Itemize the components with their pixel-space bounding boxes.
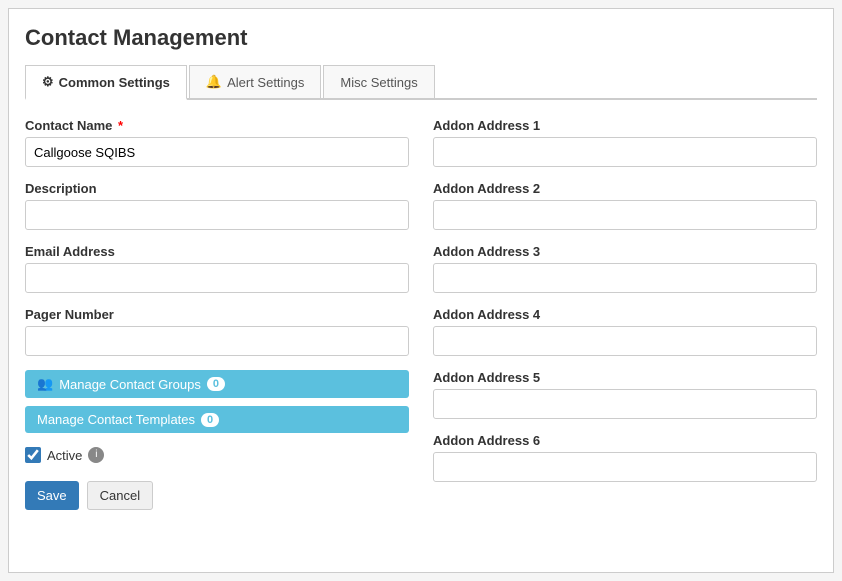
addon1-group: Addon Address 1: [433, 118, 817, 167]
info-icon[interactable]: i: [88, 447, 104, 463]
contact-name-group: Contact Name *: [25, 118, 409, 167]
addon6-group: Addon Address 6: [433, 433, 817, 482]
addon6-input[interactable]: [433, 452, 817, 482]
pager-number-label: Pager Number: [25, 307, 409, 322]
manage-contact-groups-badge: 0: [207, 377, 225, 391]
addon3-group: Addon Address 3: [433, 244, 817, 293]
form-grid: Contact Name * Description Email Address…: [25, 118, 817, 510]
pager-number-group: Pager Number: [25, 307, 409, 356]
addon1-input[interactable]: [433, 137, 817, 167]
save-row: Save Cancel: [25, 481, 409, 510]
email-address-input[interactable]: [25, 263, 409, 293]
manage-contact-templates-button[interactable]: Manage Contact Templates 0: [25, 406, 409, 433]
active-row: Active i: [25, 447, 409, 463]
manage-contact-groups-button[interactable]: 👥 Manage Contact Groups 0: [25, 370, 409, 398]
tab-common-settings[interactable]: ⚙ Common Settings: [25, 65, 187, 100]
cancel-button[interactable]: Cancel: [87, 481, 153, 510]
addon3-label: Addon Address 3: [433, 244, 817, 259]
addon4-group: Addon Address 4: [433, 307, 817, 356]
save-button[interactable]: Save: [25, 481, 79, 510]
tab-misc-settings[interactable]: Misc Settings: [323, 65, 434, 98]
bell-icon: 🔔: [206, 74, 222, 90]
description-label: Description: [25, 181, 409, 196]
addon2-input[interactable]: [433, 200, 817, 230]
addon2-group: Addon Address 2: [433, 181, 817, 230]
action-buttons: 👥 Manage Contact Groups 0 Manage Contact…: [25, 370, 409, 433]
addon5-group: Addon Address 5: [433, 370, 817, 419]
addon4-input[interactable]: [433, 326, 817, 356]
email-address-label: Email Address: [25, 244, 409, 259]
addon5-input[interactable]: [433, 389, 817, 419]
addon1-label: Addon Address 1: [433, 118, 817, 133]
tabs-bar: ⚙ Common Settings 🔔 Alert Settings Misc …: [25, 65, 817, 100]
addon6-label: Addon Address 6: [433, 433, 817, 448]
required-star: *: [118, 118, 123, 133]
email-address-group: Email Address: [25, 244, 409, 293]
addon4-label: Addon Address 4: [433, 307, 817, 322]
description-group: Description: [25, 181, 409, 230]
addon2-label: Addon Address 2: [433, 181, 817, 196]
contact-name-input[interactable]: [25, 137, 409, 167]
manage-contact-templates-badge: 0: [201, 413, 219, 427]
addon5-label: Addon Address 5: [433, 370, 817, 385]
addon3-input[interactable]: [433, 263, 817, 293]
page-wrapper: Contact Management ⚙ Common Settings 🔔 A…: [8, 8, 834, 573]
pager-number-input[interactable]: [25, 326, 409, 356]
form-left-column: Contact Name * Description Email Address…: [25, 118, 409, 510]
active-label: Active: [47, 448, 82, 463]
form-right-column: Addon Address 1 Addon Address 2 Addon Ad…: [433, 118, 817, 510]
gear-icon: ⚙: [42, 74, 54, 90]
tab-alert-settings[interactable]: 🔔 Alert Settings: [189, 65, 322, 98]
description-input[interactable]: [25, 200, 409, 230]
contact-name-label: Contact Name *: [25, 118, 409, 133]
page-title: Contact Management: [25, 25, 817, 51]
active-checkbox[interactable]: [25, 447, 41, 463]
users-icon: 👥: [37, 376, 53, 392]
